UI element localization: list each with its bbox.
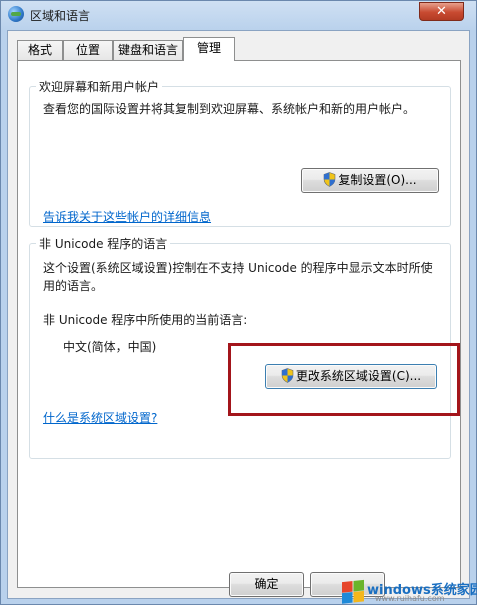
tab-panel-administrative: 欢迎屏幕和新用户帐户 查看您的国际设置并将其复制到欢迎屏幕、系统帐户和新的用户帐…	[17, 60, 461, 588]
tab-location[interactable]: 位置	[63, 40, 113, 60]
welcome-group-title: 欢迎屏幕和新用户帐户	[36, 78, 163, 95]
current-language-label: 非 Unicode 程序中所使用的当前语言:	[43, 313, 248, 327]
close-button[interactable]: ✕	[419, 2, 464, 21]
account-details-link[interactable]: 告诉我关于这些帐户的详细信息	[43, 208, 211, 226]
window-title: 区域和语言	[30, 9, 91, 23]
tab-formats[interactable]: 格式	[17, 40, 63, 60]
region-language-window: 区域和语言 ✕ 格式 位置 键盘和语言 管理 欢迎屏幕和新用户帐户 查看您的国际…	[0, 0, 477, 605]
system-locale-help-link[interactable]: 什么是系统区域设置?	[43, 409, 157, 427]
title-bar[interactable]: 区域和语言 ✕	[1, 1, 476, 29]
dialog-client-area: 格式 位置 键盘和语言 管理 欢迎屏幕和新用户帐户 查看您的国际设置并将其复制到…	[7, 30, 470, 599]
site-watermark: windows系统家园 www.ruihafu.com	[342, 578, 477, 606]
ok-button[interactable]: 确定	[229, 572, 304, 597]
tab-administrative[interactable]: 管理	[183, 37, 235, 61]
non-unicode-group-title: 非 Unicode 程序的语言	[36, 235, 171, 252]
non-unicode-description-line1: 这个设置(系统区域设置)控制在不支持 Unicode 的程序中显示文本时所使	[43, 261, 433, 275]
welcome-description: 查看您的国际设置并将其复制到欢迎屏幕、系统帐户和新的用户帐户。	[43, 102, 416, 116]
tab-keyboards-languages[interactable]: 键盘和语言	[113, 40, 183, 60]
annotation-highlight-box	[228, 343, 460, 416]
non-unicode-description-line2: 用的语言。	[43, 279, 104, 293]
copy-settings-label: 复制设置(O)...	[338, 173, 417, 187]
uac-shield-icon	[324, 172, 336, 187]
watermark-url: www.ruihafu.com	[375, 594, 445, 603]
welcome-screen-group: 欢迎屏幕和新用户帐户 查看您的国际设置并将其复制到欢迎屏幕、系统帐户和新的用户帐…	[29, 78, 451, 227]
current-language-value: 中文(简体，中国)	[63, 340, 157, 354]
copy-settings-button[interactable]: 复制设置(O)...	[301, 168, 439, 193]
windows-logo-icon	[342, 579, 364, 605]
globe-icon	[8, 6, 24, 22]
